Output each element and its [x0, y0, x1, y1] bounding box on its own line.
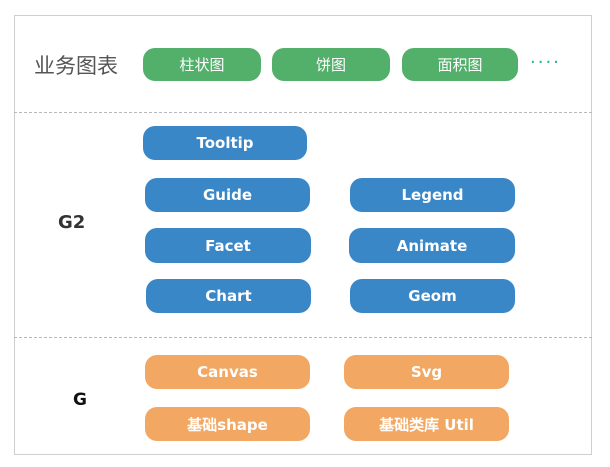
legend-node: Legend — [350, 178, 515, 212]
guide-node: Guide — [145, 178, 310, 212]
base-util-node: 基础类库 Util — [344, 407, 509, 441]
svg-node: Svg — [344, 355, 509, 389]
facet-node: Facet — [145, 228, 311, 263]
more-ellipsis: ···· — [530, 52, 561, 73]
canvas-node: Canvas — [145, 355, 310, 389]
pie-chart-node: 饼图 — [272, 48, 390, 81]
chart-node: Chart — [146, 279, 311, 313]
layer-divider-business-g2 — [14, 112, 592, 113]
business-layer-label: 业务图表 — [34, 54, 118, 78]
animate-node: Animate — [349, 228, 515, 263]
layer-divider-g2-g — [14, 337, 592, 338]
g2-layer-label: G2 — [58, 212, 86, 233]
g-layer-label: G — [73, 390, 87, 410]
bar-chart-node: 柱状图 — [143, 48, 261, 81]
geom-node: Geom — [350, 279, 515, 313]
tooltip-node: Tooltip — [143, 126, 307, 160]
area-chart-node: 面积图 — [402, 48, 518, 81]
base-shape-node: 基础shape — [145, 407, 310, 441]
